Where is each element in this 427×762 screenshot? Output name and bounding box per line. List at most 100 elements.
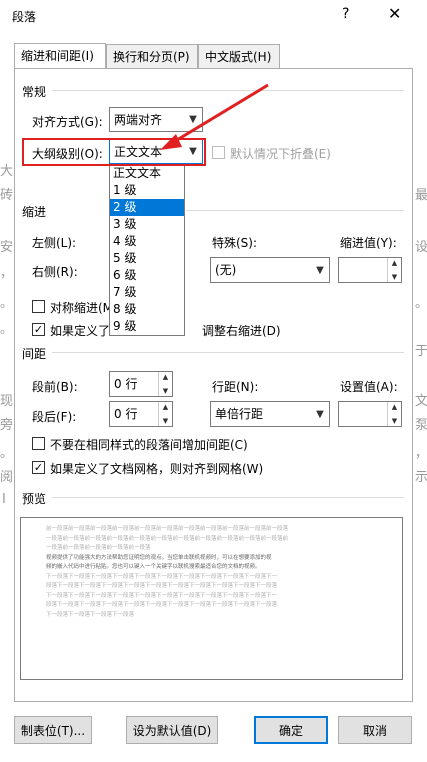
- collapse-checkbox[interactable]: [212, 146, 225, 159]
- snap-to-grid-label: 如果定义了文档网格，则对齐到网格(W): [50, 462, 264, 476]
- set-value-label: 设置值(A):: [340, 380, 398, 394]
- snap-to-grid-checkbox[interactable]: ✓: [32, 461, 45, 474]
- bg-char: 文: [415, 394, 427, 409]
- indent-value-input[interactable]: ▲ ▼: [338, 257, 402, 283]
- bg-char: 。: [0, 446, 14, 461]
- space-after-input[interactable]: 0 行 ▲ ▼: [109, 401, 173, 427]
- window-title: 段落: [12, 10, 37, 24]
- mirror-indents-checkbox[interactable]: [32, 300, 45, 313]
- preview-line: 下一段落下一段落下一段落下一段落下一段落下一段落下一段落下一段落下一段落下一段落…: [46, 592, 278, 599]
- spin-up-icon[interactable]: ▲: [163, 373, 168, 381]
- outline-level-select[interactable]: 正文文本 ▼: [109, 139, 203, 164]
- spin-up-icon[interactable]: ▲: [392, 259, 397, 267]
- alignment-select[interactable]: 两端对齐 ▼: [109, 107, 203, 132]
- no-space-same-style-checkbox[interactable]: [32, 437, 45, 450]
- set-default-button[interactable]: 设为默认值(D): [126, 716, 218, 744]
- section-indent: 缩进: [22, 205, 47, 219]
- close-icon[interactable]: ✕: [388, 4, 401, 23]
- outline-level-option[interactable]: 正文文本: [110, 165, 184, 182]
- spin-down-icon[interactable]: ▼: [392, 273, 397, 281]
- special-label: 特殊(S):: [212, 236, 258, 250]
- spinner[interactable]: ▲ ▼: [158, 402, 172, 426]
- outline-level-option[interactable]: 8 级: [110, 301, 184, 318]
- section-general: 常规: [22, 85, 47, 99]
- chevron-down-icon[interactable]: ▼: [184, 140, 202, 163]
- bg-char: I: [2, 492, 6, 507]
- bg-char: 设: [415, 240, 427, 255]
- preview-line: 下一段落下一段落下一段落下一段落: [46, 611, 135, 618]
- cancel-button[interactable]: 取消: [338, 716, 412, 744]
- section-divider: [52, 90, 404, 91]
- preview-line: 一段落前一段落前一段落前一段落前一段落: [46, 545, 151, 551]
- preview-line: 前一段落前一段落前一段落前一段落前一段落前一段落前一段落前一段落前一段落前一段落…: [46, 526, 289, 532]
- space-before-input[interactable]: 0 行 ▲ ▼: [109, 371, 173, 397]
- spin-down-icon[interactable]: ▼: [163, 387, 168, 395]
- bg-char: 安: [0, 240, 14, 255]
- chevron-down-icon[interactable]: ▼: [184, 108, 202, 131]
- outline-level-option[interactable]: 9 级: [110, 318, 184, 335]
- spin-up-icon[interactable]: ▲: [163, 403, 168, 411]
- tab-indent-spacing[interactable]: 缩进和间距(I): [14, 43, 106, 69]
- ok-button[interactable]: 确定: [254, 716, 328, 744]
- outline-level-dropdown[interactable]: 正文文本 1 级2 级3 级4 级5 级6 级7 级8 级9 级: [109, 164, 185, 336]
- line-spacing-select[interactable]: 单倍行距 ▼: [210, 401, 330, 427]
- spin-up-icon[interactable]: ▲: [392, 403, 397, 411]
- bg-char: 泵: [415, 418, 427, 433]
- chevron-down-icon[interactable]: ▼: [311, 258, 329, 282]
- outline-level-option[interactable]: 6 级: [110, 267, 184, 284]
- bg-char: ，: [415, 446, 427, 461]
- bg-char: 大: [0, 164, 14, 179]
- alignment-value: 两端对齐: [114, 113, 163, 127]
- outline-level-option[interactable]: 7 级: [110, 284, 184, 301]
- spinner[interactable]: ▲ ▼: [387, 402, 401, 426]
- special-select[interactable]: (无) ▼: [210, 257, 330, 283]
- outline-level-option[interactable]: 3 级: [110, 216, 184, 233]
- outline-level-option[interactable]: 5 级: [110, 250, 184, 267]
- space-before-label: 段前(B):: [32, 380, 78, 394]
- tab-asian-typography[interactable]: 中文版式(H): [198, 44, 280, 68]
- preview-line: 段落下一段落下一段落下一段落下一段落下一段落下一段落下一段落下一段落下一段落下一…: [46, 583, 278, 589]
- outline-level-option[interactable]: 2 级: [110, 199, 184, 216]
- preview-line: 频的嵌入代码中进行粘贴。您也可以键入一个关键字以联机搜索最适合您的文档的视频。: [46, 564, 261, 570]
- indent-left-label: 左侧(L):: [32, 236, 77, 250]
- section-spacing: 间距: [22, 347, 47, 361]
- auto-adjust-label-start: 如果定义了: [50, 324, 111, 338]
- bg-char: 现: [0, 394, 14, 409]
- tab-line-page-breaks[interactable]: 换行和分页(P): [106, 44, 198, 68]
- help-icon[interactable]: ?: [342, 6, 349, 22]
- tabs-button[interactable]: 制表位(T)...: [14, 716, 92, 744]
- spinner[interactable]: ▲ ▼: [158, 372, 172, 396]
- spin-down-icon[interactable]: ▼: [163, 417, 168, 425]
- outline-level-label: 大纲级别(O):: [32, 147, 103, 161]
- preview-line: 段落下一段落下一段落下一段落下一段落下一段落下一段落下一段落下一段落下一段落下一…: [46, 602, 278, 608]
- space-after-label: 段后(F):: [32, 410, 77, 424]
- bg-char: 旁: [0, 418, 14, 433]
- auto-adjust-label-end: 调整右缩进(D): [202, 324, 281, 338]
- indent-value-label: 缩进值(Y):: [340, 236, 397, 250]
- outline-level-option[interactable]: 4 级: [110, 233, 184, 250]
- bg-char: 。: [415, 296, 427, 311]
- section-divider: [52, 497, 404, 498]
- section-divider: [52, 352, 404, 353]
- spinner[interactable]: ▲ ▼: [387, 258, 401, 282]
- no-space-same-style-label: 不要在相同样式的段落间增加间距(C): [50, 438, 248, 452]
- bg-char: 阅: [0, 470, 14, 485]
- bg-char: 于: [415, 344, 427, 359]
- spin-down-icon[interactable]: ▼: [392, 417, 397, 425]
- outline-level-option[interactable]: 1 级: [110, 182, 184, 199]
- bg-char: 砖: [0, 188, 14, 203]
- section-preview: 预览: [22, 492, 47, 506]
- bg-char: 示: [415, 470, 427, 485]
- bg-char: 。: [0, 322, 14, 337]
- set-value-input[interactable]: ▲ ▼: [338, 401, 402, 427]
- auto-adjust-checkbox[interactable]: ✓: [32, 323, 45, 336]
- bg-char: ，: [0, 266, 14, 281]
- collapse-label: 默认情况下折叠(E): [230, 147, 331, 161]
- special-value: (无): [215, 263, 237, 277]
- space-before-value: 0 行: [114, 377, 138, 391]
- title-bar: 段落 ? ✕: [0, 0, 427, 34]
- line-spacing-value: 单倍行距: [215, 407, 264, 421]
- chevron-down-icon[interactable]: ▼: [311, 402, 329, 426]
- bg-char: 最: [415, 188, 427, 203]
- preview-line: 下一段落下一段落下一段落下一段落下一段落下一段落下一段落下一段落下一段落下一段落…: [46, 573, 278, 580]
